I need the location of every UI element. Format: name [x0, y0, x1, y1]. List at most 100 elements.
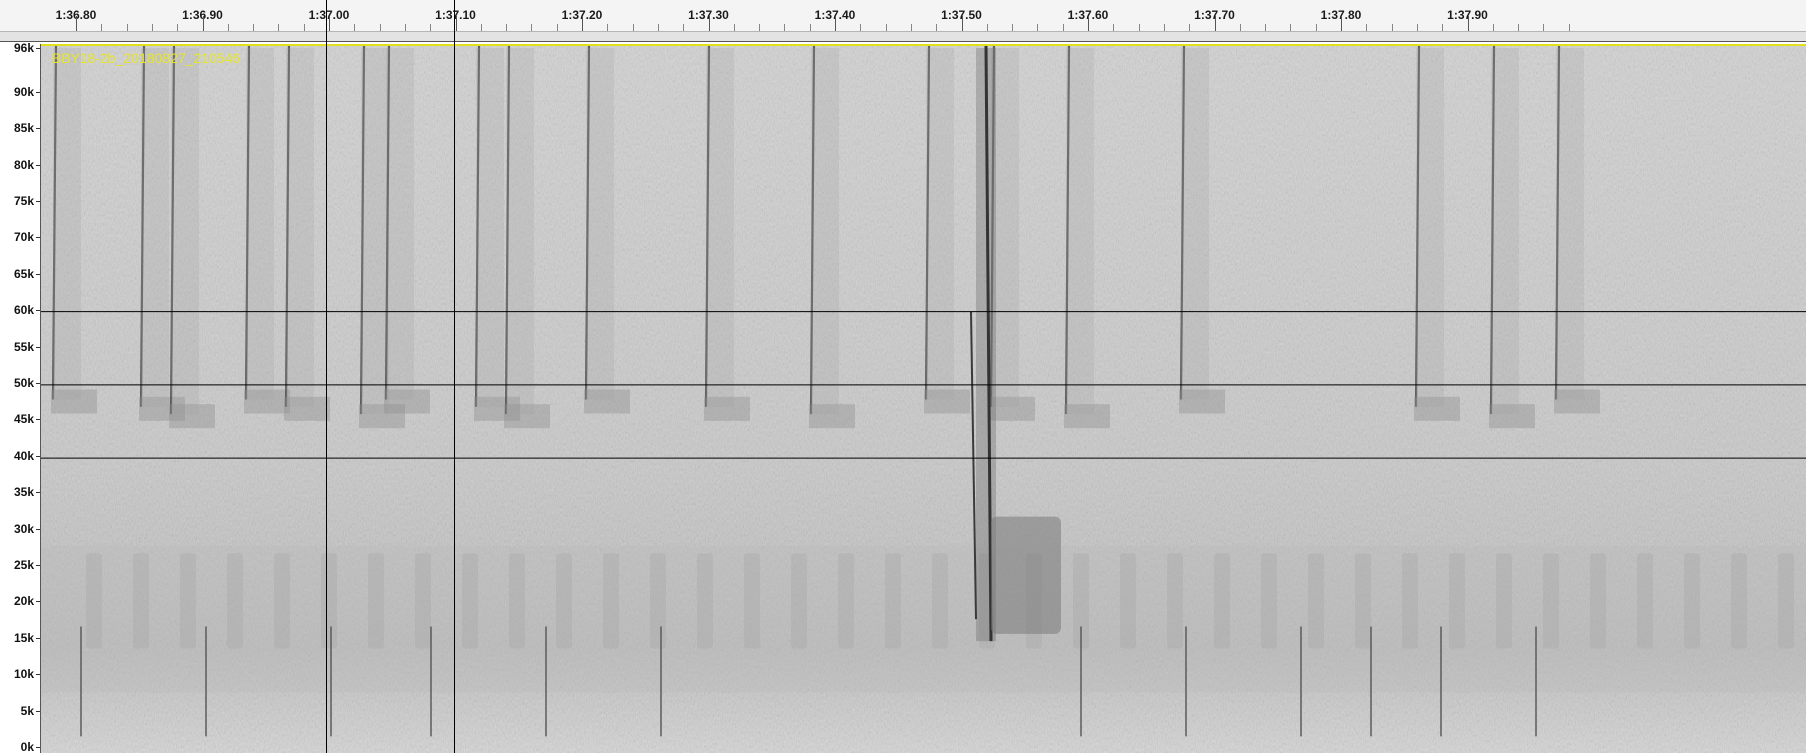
noise-blob	[603, 553, 619, 649]
time-minor-mark	[1391, 24, 1393, 31]
noise-blob	[1637, 553, 1653, 649]
time-minor-mark	[379, 24, 381, 31]
call-shadow	[246, 48, 274, 400]
noise-blob	[1778, 553, 1794, 649]
noise-blob	[1684, 553, 1700, 649]
time-minor-mark	[632, 24, 634, 31]
time-minor-mark	[1518, 24, 1520, 31]
time-minor-mark	[1416, 24, 1418, 31]
noise-blob	[744, 553, 760, 649]
frequency-tick-mark	[36, 419, 40, 421]
time-minor-mark	[177, 24, 179, 31]
frequency-tick-label: 90k	[13, 84, 34, 99]
time-minor-mark	[936, 24, 938, 31]
noise-blob	[86, 553, 102, 649]
frequency-tick-mark	[36, 674, 40, 676]
frequency-tick-label: 50k	[13, 375, 34, 390]
time-minor-mark	[506, 24, 508, 31]
frequency-tick-label: 65k	[13, 266, 34, 281]
frequency-tick-label: 25k	[13, 557, 34, 572]
time-minor-mark	[986, 24, 988, 31]
noise-blob	[274, 553, 290, 649]
time-minor-mark	[759, 24, 761, 31]
time-tick-mark	[961, 16, 963, 31]
frequency-tick-label: 55k	[13, 339, 34, 354]
call-shadow	[1066, 48, 1094, 415]
selection-end-line[interactable]	[453, 0, 455, 753]
noise-blob	[415, 553, 431, 649]
noise-blob	[1261, 553, 1277, 649]
frequency-tick-label: 30k	[13, 521, 34, 536]
frequency-tick-mark	[36, 273, 40, 275]
time-minor-mark	[354, 24, 356, 31]
frequency-tick-mark	[36, 237, 40, 239]
time-minor-mark	[227, 24, 229, 31]
selection-start-line[interactable]	[326, 0, 327, 753]
time-minor-mark	[1568, 24, 1570, 31]
noise-blob	[1214, 553, 1230, 649]
noise-blob	[180, 553, 196, 649]
time-minor-mark	[1239, 24, 1241, 31]
time-minor-mark	[1543, 24, 1545, 31]
frequency-tick-mark	[36, 637, 40, 639]
time-ruler-track[interactable]	[0, 31, 1806, 42]
frequency-tick-mark	[36, 382, 40, 384]
frequency-tick-label: 20k	[13, 594, 34, 609]
file-name-label: BBY18-2b_20180827_210546	[52, 50, 241, 66]
time-minor-mark	[480, 24, 482, 31]
call-shadow	[386, 48, 414, 400]
time-minor-mark	[303, 24, 305, 31]
call-shadow	[586, 48, 614, 400]
time-minor-mark	[607, 24, 609, 31]
noise-blob	[1731, 553, 1747, 649]
frequency-tick-label: 10k	[13, 667, 34, 682]
time-tick-mark	[329, 16, 330, 31]
time-minor-mark	[1189, 24, 1191, 31]
noise-blob	[321, 553, 337, 649]
noise-blob	[133, 553, 149, 649]
time-minor-mark	[430, 24, 432, 31]
frequency-axis: 96k 90k 85k 80k 75k 70k 65k 60k 55k 50k 45k 40k 35k 3…	[0, 41, 41, 754]
frequency-tick-mark	[36, 91, 40, 93]
time-minor-mark	[1315, 24, 1317, 31]
time-tick-mark	[1214, 16, 1216, 31]
frequency-tick-mark	[36, 310, 40, 312]
time-minor-mark	[556, 24, 558, 31]
frequency-tick-mark	[36, 48, 40, 49]
frequency-tick-mark	[36, 601, 40, 603]
frequency-tick-label: 60k	[13, 303, 34, 318]
frequency-tick-label: 35k	[13, 485, 34, 500]
call-shadow	[506, 48, 534, 415]
noise-blob	[368, 553, 384, 649]
frequency-tick-label: 96k	[13, 41, 34, 55]
call-shadow	[141, 48, 169, 407]
noise-blob	[462, 553, 478, 649]
time-tick-mark	[1088, 16, 1089, 31]
spectrogram-view[interactable]: BBY18-2b_20180827_210546	[41, 44, 1806, 753]
call-shadow	[706, 48, 734, 407]
frequency-tick-mark	[36, 455, 40, 457]
time-minor-mark	[809, 24, 811, 31]
call-shadow	[361, 48, 389, 415]
frequency-tick-label: 40k	[13, 448, 34, 463]
time-minor-mark	[784, 24, 786, 31]
call-shadow	[53, 48, 81, 400]
noise-blob	[650, 553, 666, 649]
spectrogram-image[interactable]	[41, 46, 1806, 753]
call-shadow	[171, 48, 199, 415]
noise-blob	[791, 553, 807, 649]
noise-blob	[1590, 553, 1606, 649]
noise-blob	[1120, 553, 1136, 649]
noise-blob	[1402, 553, 1418, 649]
call-shadow	[1416, 48, 1444, 407]
time-minor-mark	[531, 24, 533, 31]
frequency-tick-mark	[36, 128, 40, 130]
frequency-tick-mark	[36, 492, 40, 494]
noise-blob	[1355, 553, 1371, 649]
call-shadow	[811, 48, 839, 415]
time-minor-mark	[1366, 24, 1368, 31]
call-shadow	[476, 48, 504, 407]
noise-blob	[838, 553, 854, 649]
time-minor-mark	[657, 24, 659, 31]
time-minor-mark	[1138, 24, 1140, 31]
